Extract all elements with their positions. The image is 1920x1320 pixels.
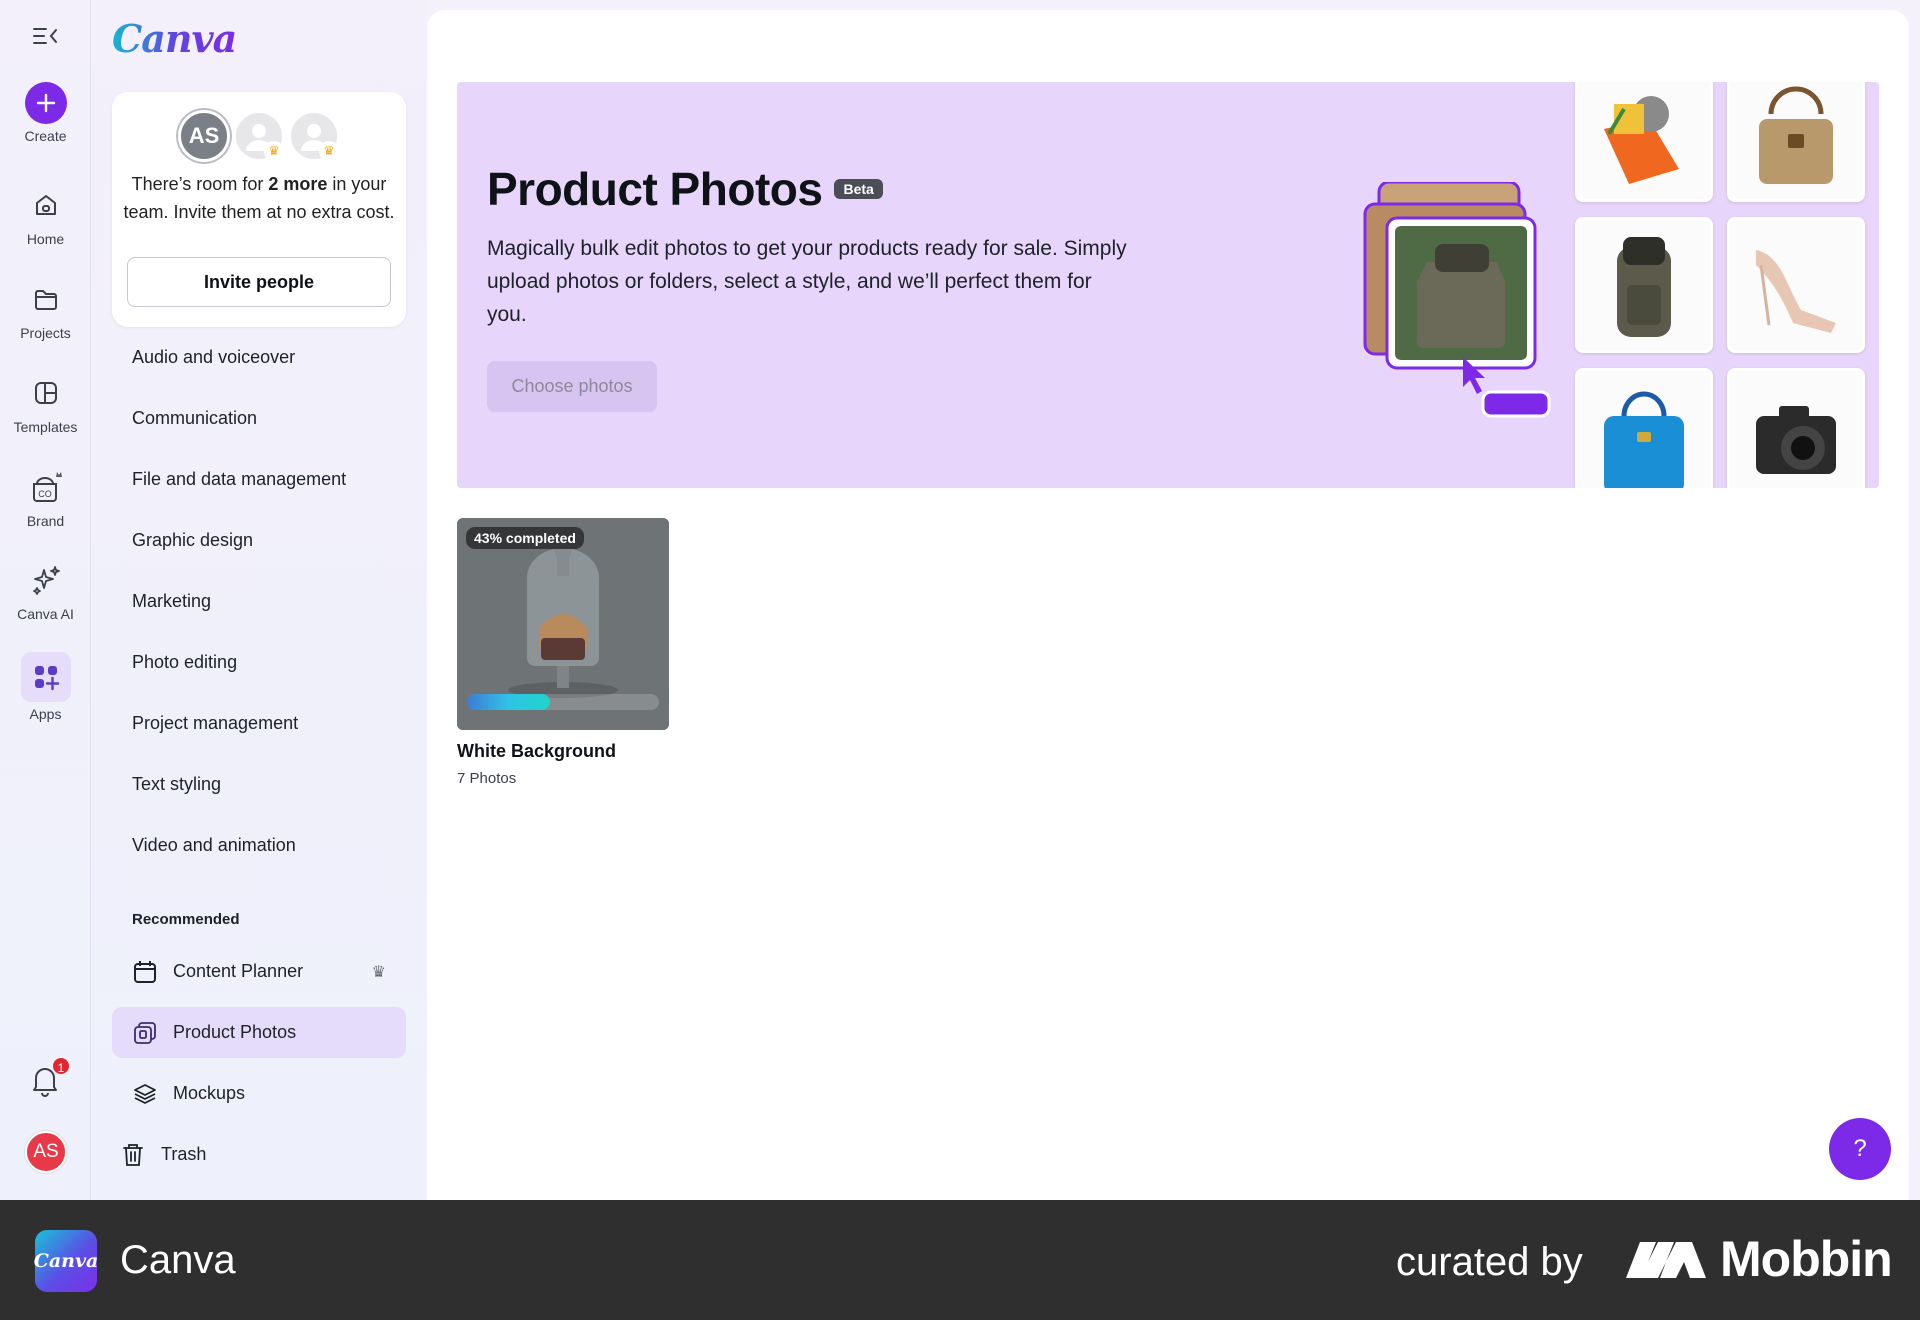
hero-description: Magically bulk edit photos to get your p… <box>487 237 1127 326</box>
crown-icon: ♛ <box>371 963 386 981</box>
page-title: Product Photos Beta <box>487 162 883 216</box>
team-text-bold: 2 more <box>268 174 328 194</box>
product-photos-icon <box>132 1020 158 1046</box>
home-icon <box>24 183 68 227</box>
progress-status-badge: 43% completed <box>466 527 584 549</box>
team-text-part: There’s room for <box>131 174 269 194</box>
rail-apps[interactable]: Apps <box>0 652 91 722</box>
svg-text:CO: CO <box>38 489 52 499</box>
calendar-icon <box>132 959 158 985</box>
rail-templates-label: Templates <box>13 419 78 435</box>
category-audio-voiceover[interactable]: Audio and voiceover <box>132 339 346 400</box>
mobbin-logo: Mobbin <box>1626 1230 1893 1288</box>
folder-icon <box>24 277 68 321</box>
category-marketing[interactable]: Marketing <box>132 583 346 644</box>
rail-brand[interactable]: CO Brand <box>0 465 91 529</box>
project-title[interactable]: White Background <box>457 741 616 762</box>
choose-photos-button[interactable]: Choose photos <box>487 361 657 412</box>
team-avatars: AS ♛ ♛ <box>178 110 348 162</box>
team-invite-text: There’s room for 2 more in your team. In… <box>122 170 396 226</box>
recommended-item-label: Content Planner <box>173 961 304 981</box>
empty-seat-avatar: ♛ <box>288 110 340 162</box>
recommended-item-label: Product Photos <box>173 1022 297 1042</box>
team-invite-card: AS ♛ ♛ There’s room for 2 more in your t… <box>112 92 406 327</box>
rail-canva-ai-label: Canva AI <box>17 606 74 622</box>
notification-badge: 1 <box>51 1056 71 1076</box>
trash-label: Trash <box>161 1144 207 1164</box>
recommended-item-label: Mockups <box>173 1083 246 1103</box>
category-file-data[interactable]: File and data management <box>132 461 346 522</box>
recommended-mockups[interactable]: Mockups <box>112 1068 406 1119</box>
help-button[interactable]: ? <box>1829 1118 1891 1180</box>
product-thumbnail <box>1727 82 1865 202</box>
category-video-animation[interactable]: Video and animation <box>132 827 346 888</box>
rail-home-label: Home <box>26 231 65 247</box>
project-photo-count: 7 Photos <box>457 770 517 787</box>
progress-bar-fill <box>467 694 550 710</box>
empty-seat-avatar: ♛ <box>233 110 285 162</box>
sparkles-icon <box>24 558 68 602</box>
product-thumbnail-grid <box>1575 82 1879 488</box>
rail-create-label: Create <box>24 128 67 144</box>
collapse-menu-icon[interactable] <box>30 22 62 50</box>
product-photos-hero: Product Photos Beta Magically bulk edit … <box>457 82 1879 488</box>
category-project-management[interactable]: Project management <box>132 705 346 766</box>
product-thumbnail <box>1575 368 1713 488</box>
app-categories: Audio and voiceover Communication File a… <box>132 339 346 888</box>
product-thumbnail <box>1727 368 1865 488</box>
mobbin-wordmark: Mobbin <box>1720 1231 1893 1287</box>
recommended-content-planner[interactable]: Content Planner ♛ <box>112 946 406 997</box>
canva-app-icon: Canva <box>34 1230 98 1292</box>
curated-by-label: curated by <box>1396 1240 1583 1284</box>
rail-create[interactable]: Create <box>0 82 91 144</box>
hero-title-text: Product Photos <box>487 163 823 215</box>
rail-projects-label: Projects <box>20 325 71 341</box>
crown-icon: ♛ <box>319 141 339 161</box>
main-content: Product Photos Beta Magically bulk edit … <box>427 10 1909 1200</box>
project-card[interactable]: 43% completed <box>457 518 669 730</box>
templates-icon <box>24 371 68 415</box>
mobbin-mark-icon <box>1626 1242 1706 1278</box>
trash-link[interactable]: Trash <box>102 1129 396 1180</box>
crown-icon: ♛ <box>264 141 284 161</box>
product-thumbnail <box>1575 217 1713 353</box>
product-thumbnail <box>1575 82 1713 202</box>
rail-projects[interactable]: Projects <box>0 277 91 341</box>
plus-icon <box>24 82 67 124</box>
rail-brand-label: Brand <box>26 513 65 529</box>
progress-bar <box>467 694 659 710</box>
rail-home[interactable]: Home <box>0 183 91 247</box>
avatar: AS <box>178 110 230 162</box>
recommended-product-photos[interactable]: Product Photos <box>112 1007 406 1058</box>
left-rail: Create Home Projects Templates CO Brand … <box>0 0 91 1200</box>
category-photo-editing[interactable]: Photo editing <box>132 644 346 705</box>
canva-logo[interactable]: Canva <box>112 16 237 61</box>
beta-badge: Beta <box>834 179 883 199</box>
apps-icon <box>20 652 71 702</box>
notifications-button[interactable]: 1 <box>25 1056 71 1100</box>
rail-canva-ai[interactable]: Canva AI <box>0 558 91 622</box>
category-graphic-design[interactable]: Graphic design <box>132 522 346 583</box>
rail-apps-label: Apps <box>29 706 62 722</box>
layers-icon <box>132 1081 158 1107</box>
brand-icon: CO <box>24 465 68 509</box>
account-avatar[interactable]: AS <box>25 1131 67 1173</box>
invite-people-button[interactable]: Invite people <box>127 257 391 307</box>
mobbin-footer: Canva Canva curated by Mobbin <box>0 1200 1920 1320</box>
category-communication[interactable]: Communication <box>132 400 346 461</box>
category-text-styling[interactable]: Text styling <box>132 766 346 827</box>
rail-templates[interactable]: Templates <box>0 371 91 435</box>
product-thumbnail <box>1727 217 1865 353</box>
trash-icon <box>120 1142 146 1168</box>
recommended-heading: Recommended <box>132 911 240 928</box>
footer-app-name: Canva <box>120 1238 236 1282</box>
apps-side-panel: Canva AS ♛ ♛ There’s room for 2 more in … <box>92 0 426 1200</box>
upload-illustration <box>1357 180 1557 432</box>
